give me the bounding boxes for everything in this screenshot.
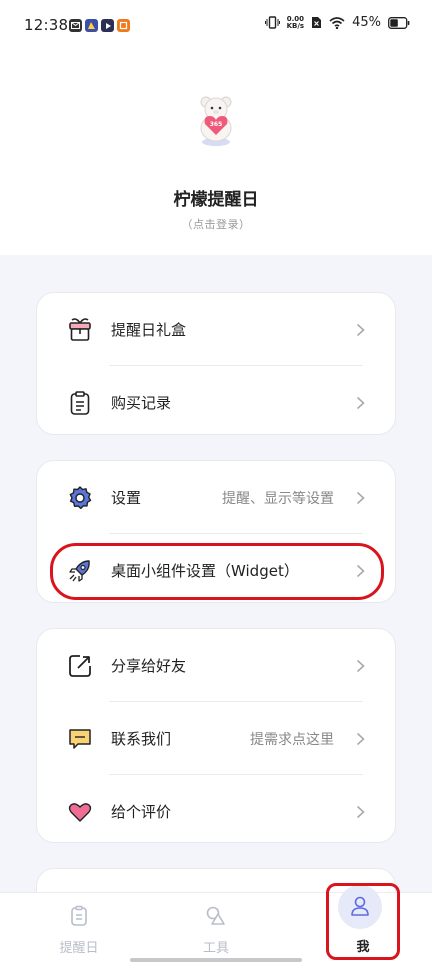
battery-percent: 45% — [352, 15, 381, 30]
menu-item-label: 给个评价 — [111, 803, 172, 821]
menu-item-rate[interactable]: 给个评价 — [37, 775, 397, 848]
battery-icon — [388, 16, 410, 29]
share-icon — [69, 655, 91, 677]
menu-card-3: 分享给好友 联系我们 提需求点这里 给个评价 — [36, 628, 396, 843]
profile-header[interactable]: 365 柠檬提醒日 （点击登录） — [0, 52, 432, 255]
app-icon — [117, 19, 130, 32]
tab-label: 提醒日 — [59, 941, 99, 956]
menu-item-value: 提需求点这里 — [250, 731, 334, 748]
svg-text:365: 365 — [210, 121, 223, 128]
menu-item-gift-box[interactable]: 提醒日礼盒 — [37, 293, 397, 366]
message-icon — [69, 729, 91, 749]
home-indicator — [130, 958, 302, 962]
menu-item-label: 分享给好友 — [111, 657, 187, 675]
menu-item-share[interactable]: 分享给好友 — [37, 629, 397, 702]
mail-icon — [69, 19, 82, 32]
chevron-right-icon — [356, 805, 365, 818]
menu-item-contact-us[interactable]: 联系我们 提需求点这里 — [37, 702, 397, 775]
chevron-right-icon — [356, 323, 365, 336]
clipboard-icon — [70, 391, 90, 415]
menu-item-label: 联系我们 — [111, 730, 172, 748]
heart-icon — [68, 803, 92, 822]
status-time: 12:38 — [24, 16, 69, 34]
tab-reminder[interactable]: 提醒日 — [24, 893, 134, 964]
login-hint[interactable]: （点击登录） — [0, 216, 432, 232]
app-icon — [85, 19, 98, 32]
highlight-annotation — [326, 883, 400, 960]
app-name: 柠檬提醒日 — [173, 190, 259, 210]
menu-item-label: 购买记录 — [111, 394, 172, 412]
menu-item-label: 提醒日礼盒 — [111, 321, 187, 339]
chevron-right-icon — [356, 659, 365, 672]
bear-mascot-icon: 365 — [200, 96, 232, 146]
net-speed: 0.00 KB/s — [286, 14, 305, 30]
status-bar: 12:38 0.00 KB/s 45% — [0, 0, 432, 52]
menu-card-1: 提醒日礼盒 购买记录 — [36, 292, 396, 435]
highlight-annotation — [50, 543, 384, 600]
menu-item-settings[interactable]: 设置 提醒、显示等设置 — [37, 461, 397, 534]
menu-item-label: 设置 — [111, 489, 142, 507]
status-right: 0.00 KB/s 45% — [264, 14, 410, 30]
menu-item-purchase-history[interactable]: 购买记录 — [37, 366, 397, 439]
clipboard-icon — [71, 905, 87, 926]
shapes-icon — [206, 906, 225, 925]
gift-box-icon — [69, 318, 91, 341]
play-icon — [101, 19, 114, 32]
menu-item-value: 提醒、显示等设置 — [222, 490, 334, 507]
chevron-right-icon — [356, 396, 365, 409]
gear-icon — [69, 486, 92, 510]
no-sim-icon — [312, 17, 322, 28]
tab-label: 工具 — [202, 941, 229, 956]
chevron-right-icon — [356, 732, 365, 745]
notification-icons — [69, 19, 130, 32]
vibrate-icon — [264, 16, 280, 29]
wifi-icon — [329, 16, 345, 29]
chevron-right-icon — [356, 491, 365, 504]
tab-tools[interactable]: 工具 — [161, 893, 271, 964]
